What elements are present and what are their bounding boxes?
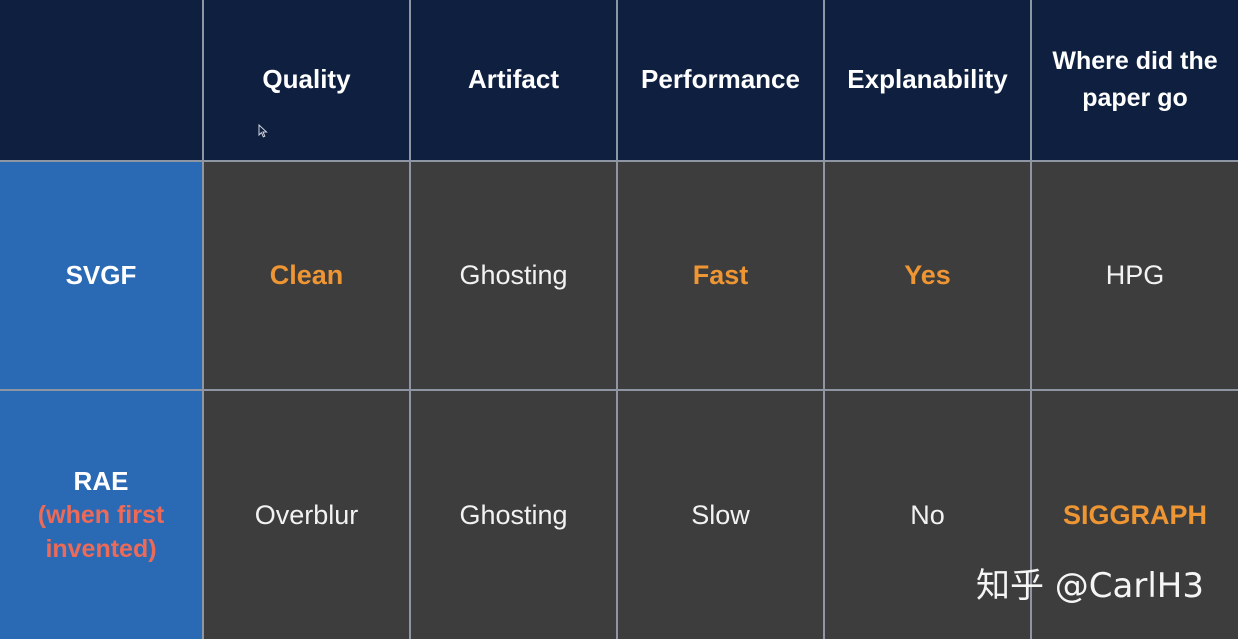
table-corner [0,0,204,162]
table-cell: Clean [204,162,411,391]
row-header-sublabel: (when first invented) [37,500,165,563]
column-header-explanability: Explanability [825,0,1032,162]
table-cell: Ghosting [411,162,618,391]
comparison-table: Quality Artifact Performance Explanabili… [0,0,1238,639]
row-header-label: RAE [73,465,129,496]
watermark: 知乎 @CarlH3 [975,566,1204,606]
table-cell: Overblur [204,391,411,639]
table-cell: Ghosting [411,391,618,639]
row-header-svgf: SVGF [0,162,204,391]
column-header-performance: Performance [618,0,825,162]
column-header-where-paper-went: Where did the paper go [1032,0,1238,162]
column-header-artifact: Artifact [411,0,618,162]
mouse-pointer-icon [258,124,268,138]
table-cell: Fast [618,162,825,391]
table-cell: HPG [1032,162,1238,391]
row-header-rae: RAE (when first invented) [0,391,204,639]
row-header-label: SVGF [65,259,137,290]
column-header-quality: Quality [204,0,411,162]
table-cell: Slow [618,391,825,639]
table-cell: Yes [825,162,1032,391]
